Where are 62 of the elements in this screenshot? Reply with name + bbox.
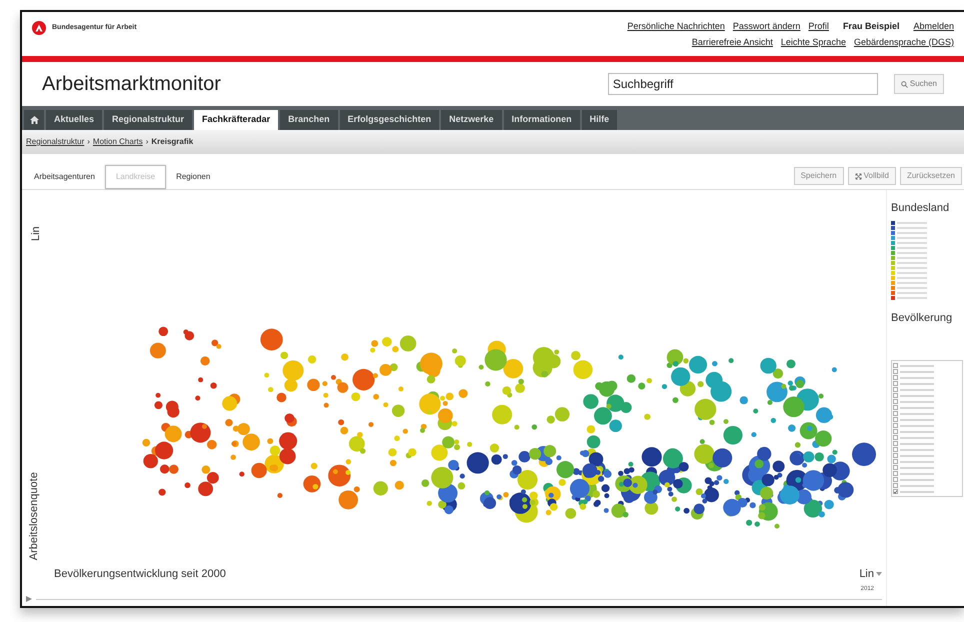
region-checkbox[interactable] xyxy=(893,459,898,464)
check-icon xyxy=(894,490,897,494)
user-name: Frau Beispiel xyxy=(842,20,900,33)
region-checkbox[interactable] xyxy=(893,387,898,392)
search-icon xyxy=(900,80,908,88)
nav-tab[interactable]: Aktuelles xyxy=(46,110,102,130)
region-checkbox[interactable] xyxy=(893,363,898,368)
breadcrumb-separator: › xyxy=(146,136,148,148)
nav-tab[interactable]: Netzwerke xyxy=(441,110,502,130)
region-checkbox[interactable] xyxy=(893,441,898,446)
y-axis-label: Arbeitslosenquote xyxy=(26,472,41,560)
nav-tab[interactable]: Fachkräfteradar xyxy=(194,110,278,130)
region-checkbox[interactable] xyxy=(893,465,898,470)
region-checkbox[interactable] xyxy=(893,453,898,458)
accessibility-link[interactable]: Gebärdensprache (DGS) xyxy=(854,36,954,49)
home-icon xyxy=(30,116,38,124)
nav-tab[interactable]: Hilfe xyxy=(582,110,618,130)
header-link[interactable]: Persönliche Nachrichten xyxy=(627,20,725,34)
region-checkbox[interactable] xyxy=(893,477,898,482)
size-title: Bevölkerung xyxy=(891,310,954,326)
logout-link[interactable]: Abmelden xyxy=(913,20,954,34)
search-field[interactable]: Suchbegriff xyxy=(608,73,878,95)
region-checkbox[interactable] xyxy=(893,399,898,404)
legend-title: Bundesland xyxy=(891,201,950,216)
expand-icon xyxy=(854,172,862,180)
x-axis-label: Bevölkerungsentwicklung seit 2000 xyxy=(54,566,226,582)
breadcrumb-current: Kreisgrafik xyxy=(151,136,194,148)
region-checkbox[interactable] xyxy=(893,435,898,440)
region-checkbox[interactable] xyxy=(893,417,898,422)
region-checkbox[interactable] xyxy=(893,369,898,374)
region-checkbox[interactable] xyxy=(893,483,898,488)
region-checkbox[interactable] xyxy=(893,429,898,434)
nav-tab[interactable]: Erfolgsgeschichten xyxy=(340,110,440,130)
region-checkbox[interactable] xyxy=(893,411,898,416)
logo-icon xyxy=(32,21,46,35)
region-checkbox[interactable] xyxy=(893,447,898,452)
region-checkbox[interactable] xyxy=(893,471,898,476)
view-tab[interactable]: Arbeitsagenturen xyxy=(24,165,105,189)
breadcrumb-link[interactable]: Regionalstruktur xyxy=(26,136,84,148)
site-title: Arbeitsmarktmonitor xyxy=(42,72,222,97)
breadcrumb-link[interactable]: Motion Charts xyxy=(92,136,143,148)
axis-scale-label: Lin xyxy=(859,566,874,582)
nav-tab[interactable]: Regionalstruktur xyxy=(104,110,192,130)
play-icon[interactable] xyxy=(26,596,32,602)
home-tab[interactable] xyxy=(24,110,44,130)
region-checkbox[interactable] xyxy=(893,375,898,380)
header-link[interactable]: Profil xyxy=(808,20,829,34)
breadcrumb-separator: › xyxy=(87,136,90,148)
region-checkbox[interactable] xyxy=(893,423,898,428)
accessibility-link[interactable]: Leichte Sprache xyxy=(780,36,846,49)
axis-scale-label: Lin xyxy=(29,226,43,241)
nav-tab[interactable]: Informationen xyxy=(504,110,580,130)
region-checkbox[interactable] xyxy=(893,489,898,494)
region-checkbox[interactable] xyxy=(893,393,898,398)
caret-icon xyxy=(876,572,882,576)
region-checkbox[interactable] xyxy=(893,405,898,410)
accessibility-link[interactable]: Barrierefreie Ansicht xyxy=(692,36,773,49)
view-tab[interactable]: Regionen xyxy=(166,165,220,189)
region-checkbox[interactable] xyxy=(893,381,898,386)
nav-tab[interactable]: Branchen xyxy=(280,110,338,130)
search-button[interactable]: Suchen xyxy=(894,74,944,94)
header-link[interactable]: Passwort ändern xyxy=(732,20,800,34)
